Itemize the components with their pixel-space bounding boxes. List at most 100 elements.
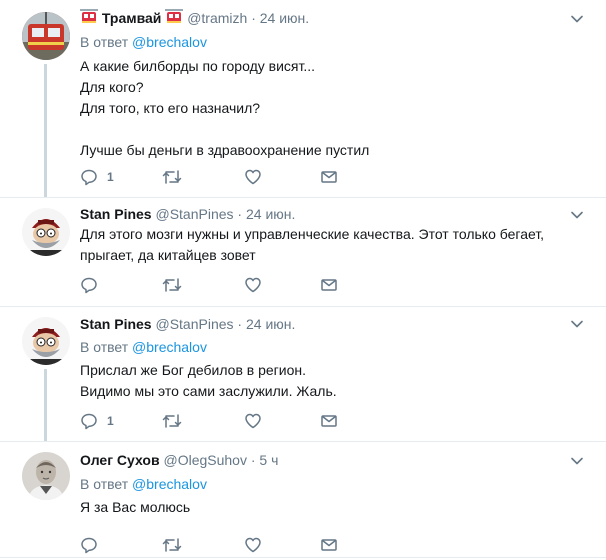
reply-button[interactable]	[80, 275, 98, 295]
tram-emoji-icon	[80, 9, 98, 29]
author-handle[interactable]: @tramizh	[187, 10, 247, 26]
text-line: прыгает, да китайцев зовет	[80, 247, 256, 263]
envelope-icon	[321, 171, 337, 183]
reply-prefix: В ответ	[80, 476, 129, 492]
reply-prefix: В ответ	[80, 34, 129, 50]
heart-icon	[245, 169, 261, 185]
retweet-button[interactable]	[162, 275, 182, 295]
tweet-header: Олег Сухов @OlegSuhov · 5 ч	[80, 451, 278, 469]
tweet-3[interactable]: Stan Pines @StanPines · 24 июн. В ответ …	[0, 307, 606, 441]
tweet-text: Для этого мозги нужны и управленческие к…	[80, 224, 544, 266]
timestamp[interactable]: 24 июн.	[246, 316, 295, 332]
mention-link[interactable]: @brechalov	[132, 476, 207, 492]
tweet-actions	[80, 275, 380, 295]
tweet-2[interactable]: Stan Pines @StanPines · 24 июн. Для этог…	[0, 198, 606, 306]
text-line: Лучше бы деньги в здравоохранение пустил	[80, 142, 370, 158]
mention-link[interactable]: @brechalov	[132, 339, 207, 355]
avatar-olegsuhov[interactable]	[22, 452, 70, 500]
thread-connector	[44, 64, 47, 200]
text-line: Прислал же Бог дебилов в регион.	[80, 362, 307, 378]
reply-icon	[81, 537, 97, 554]
reply-to-line: В ответ @brechalov	[80, 33, 207, 51]
like-button[interactable]	[244, 535, 262, 555]
reply-count: 1	[107, 414, 114, 428]
author-handle[interactable]: @StanPines	[155, 206, 233, 222]
reply-button[interactable]: 1	[80, 167, 114, 187]
text-line	[80, 119, 369, 140]
oleg-suhov-avatar-icon	[22, 452, 70, 500]
author-handle[interactable]: @OlegSuhov	[163, 452, 246, 468]
chevron-down-icon[interactable]	[570, 208, 584, 222]
separator-dot: ·	[251, 10, 256, 26]
tram-photo-icon	[22, 12, 70, 60]
envelope-icon	[321, 279, 337, 291]
avatar-stanpines[interactable]	[22, 208, 70, 256]
retweet-icon	[162, 414, 182, 428]
tweet-actions: 1	[80, 167, 380, 187]
retweet-icon	[162, 278, 182, 292]
tweet-1[interactable]: Трамвай @tramizh · 24 июн. В ответ @brec…	[0, 0, 606, 197]
direct-message-button[interactable]	[320, 535, 338, 555]
tweet-header: Stan Pines @StanPines · 24 июн.	[80, 205, 295, 223]
timestamp[interactable]: 5 ч	[259, 452, 278, 468]
divider	[0, 557, 606, 558]
separator-dot: ·	[237, 316, 243, 332]
author-name[interactable]: Stan Pines	[80, 206, 152, 222]
heart-icon	[245, 277, 261, 293]
heart-icon	[245, 413, 261, 429]
tweet-text: А какие билборды по городу висят... Для …	[80, 56, 369, 161]
reply-button[interactable]	[80, 535, 98, 555]
author-handle[interactable]: @StanPines	[155, 316, 233, 332]
chevron-down-icon[interactable]	[570, 12, 584, 26]
avatar-stanpines[interactable]	[22, 317, 70, 365]
reply-button[interactable]: 1	[80, 411, 114, 431]
separator-dot: ·	[250, 452, 256, 468]
reply-icon	[81, 413, 97, 430]
thread-connector	[44, 369, 47, 441]
tram-emoji-icon	[165, 9, 184, 29]
retweet-icon	[162, 538, 182, 552]
direct-message-button[interactable]	[320, 275, 338, 295]
tweet-header: Stan Pines @StanPines · 24 июн.	[80, 315, 295, 333]
text-line: Для кого?	[80, 79, 144, 95]
stan-pines-avatar-icon	[22, 208, 70, 256]
direct-message-button[interactable]	[320, 411, 338, 431]
envelope-icon	[321, 415, 337, 427]
author-name[interactable]: Трамвай	[102, 10, 162, 26]
heart-icon	[245, 537, 261, 553]
tweet-header: Трамвай @tramizh · 24 июн.	[80, 9, 309, 29]
tweet-actions: 1	[80, 411, 380, 431]
like-button[interactable]	[244, 411, 262, 431]
chevron-down-icon[interactable]	[570, 454, 584, 468]
timestamp[interactable]: 24 июн.	[260, 10, 309, 26]
text-line: Я за Вас молюсь	[80, 499, 191, 515]
tweet-text: Я за Вас молюсь	[80, 497, 190, 518]
text-line: Видимо мы это сами заслужили. Жаль.	[80, 383, 337, 399]
retweet-button[interactable]	[162, 167, 182, 187]
reply-icon	[81, 277, 97, 294]
retweet-button[interactable]	[162, 535, 182, 555]
text-line: Для того, кто его назначил?	[80, 100, 261, 116]
retweet-button[interactable]	[162, 411, 182, 431]
reply-prefix: В ответ	[80, 339, 129, 355]
chevron-down-icon[interactable]	[570, 317, 584, 331]
tweet-text: Прислал же Бог дебилов в регион. Видимо …	[80, 360, 337, 402]
reply-count: 1	[107, 170, 114, 184]
reply-to-line: В ответ @brechalov	[80, 475, 207, 493]
author-name[interactable]: Олег Сухов	[80, 452, 160, 468]
retweet-icon	[162, 170, 182, 184]
like-button[interactable]	[244, 275, 262, 295]
reply-icon	[81, 169, 97, 186]
mention-link[interactable]: @brechalov	[132, 34, 207, 50]
direct-message-button[interactable]	[320, 167, 338, 187]
separator-dot: ·	[237, 206, 243, 222]
stan-pines-avatar-icon	[22, 317, 70, 365]
timestamp[interactable]: 24 июн.	[246, 206, 295, 222]
text-line: А какие билборды по городу висят...	[80, 58, 315, 74]
like-button[interactable]	[244, 167, 262, 187]
author-name[interactable]: Stan Pines	[80, 316, 152, 332]
tweet-actions	[80, 535, 380, 555]
reply-to-line: В ответ @brechalov	[80, 338, 207, 356]
tweet-4[interactable]: Олег Сухов @OlegSuhov · 5 ч В ответ @bre…	[0, 442, 606, 560]
avatar-tramizh[interactable]	[22, 12, 70, 60]
